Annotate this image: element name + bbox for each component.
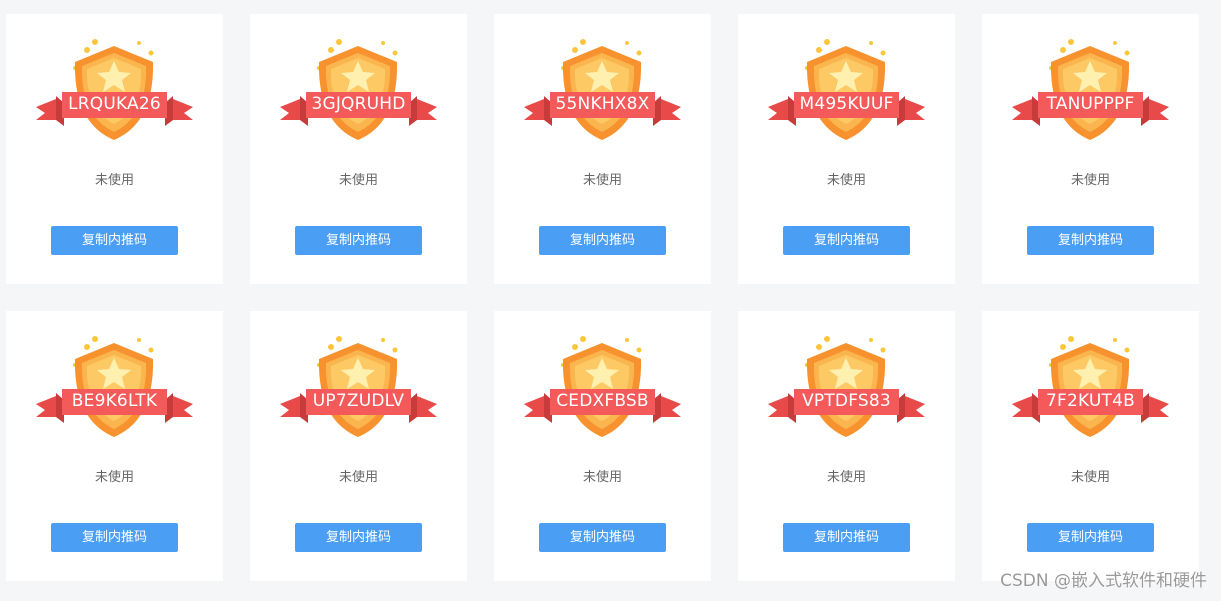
referral-card: BE9K6LTK 未使用 复制内推码 xyxy=(6,311,223,581)
referral-code: 3GJQRUHD xyxy=(311,94,406,114)
referral-code: 55NKHX8X xyxy=(555,94,650,114)
shield-star-badge-icon xyxy=(280,336,437,437)
badge: BE9K6LTK xyxy=(34,331,195,443)
referral-code: UP7ZUDLV xyxy=(312,391,405,411)
badge: UP7ZUDLV xyxy=(278,331,439,443)
status-text: 未使用 xyxy=(826,173,866,188)
badge: M495KUUF xyxy=(766,34,927,146)
referral-card: 7F2KUT4B 未使用 复制内推码 xyxy=(982,311,1199,581)
copy-referral-code-button[interactable]: 复制内推码 xyxy=(1027,523,1154,552)
copy-referral-code-button[interactable]: 复制内推码 xyxy=(539,226,666,255)
copy-referral-code-button[interactable]: 复制内推码 xyxy=(539,523,666,552)
referral-card: LRQUKA26 未使用 复制内推码 xyxy=(6,14,223,284)
referral-code: 7F2KUT4B xyxy=(1045,391,1135,411)
status-text: 未使用 xyxy=(582,173,622,188)
badge: VPTDFS83 xyxy=(766,331,927,443)
status-text: 未使用 xyxy=(338,470,378,485)
shield-star-badge-icon xyxy=(524,39,681,140)
badge: LRQUKA26 xyxy=(34,34,195,146)
badge: 3GJQRUHD xyxy=(278,34,439,146)
referral-card: CEDXFBSB 未使用 复制内推码 xyxy=(494,311,711,581)
shield-star-badge-icon xyxy=(280,39,437,140)
referral-card: 55NKHX8X 未使用 复制内推码 xyxy=(494,14,711,284)
shield-star-badge-icon xyxy=(36,39,193,140)
shield-star-badge-icon xyxy=(36,336,193,437)
referral-code: TANUPPPF xyxy=(1046,94,1135,114)
copy-referral-code-button[interactable]: 复制内推码 xyxy=(51,226,178,255)
status-text: 未使用 xyxy=(94,470,134,485)
referral-card: M495KUUF 未使用 复制内推码 xyxy=(738,14,955,284)
status-text: 未使用 xyxy=(1070,173,1110,188)
referral-code: M495KUUF xyxy=(799,94,894,114)
referral-code-grid: LRQUKA26 未使用 复制内推码 3GJQRUHD 未使用 复制内推码 55… xyxy=(6,14,1199,581)
watermark: CSDN @嵌入式软件和硬件 xyxy=(1000,571,1207,591)
copy-referral-code-button[interactable]: 复制内推码 xyxy=(295,523,422,552)
status-text: 未使用 xyxy=(582,470,622,485)
copy-referral-code-button[interactable]: 复制内推码 xyxy=(295,226,422,255)
copy-referral-code-button[interactable]: 复制内推码 xyxy=(783,523,910,552)
badge: 55NKHX8X xyxy=(522,34,683,146)
badge: TANUPPPF xyxy=(1010,34,1171,146)
copy-referral-code-button[interactable]: 复制内推码 xyxy=(783,226,910,255)
copy-referral-code-button[interactable]: 复制内推码 xyxy=(1027,226,1154,255)
shield-star-badge-icon xyxy=(1012,336,1169,437)
referral-card: 3GJQRUHD 未使用 复制内推码 xyxy=(250,14,467,284)
shield-star-badge-icon xyxy=(768,336,925,437)
status-text: 未使用 xyxy=(94,173,134,188)
copy-referral-code-button[interactable]: 复制内推码 xyxy=(51,523,178,552)
shield-star-badge-icon xyxy=(768,39,925,140)
referral-card: VPTDFS83 未使用 复制内推码 xyxy=(738,311,955,581)
referral-code: LRQUKA26 xyxy=(68,94,161,114)
referral-card: TANUPPPF 未使用 复制内推码 xyxy=(982,14,1199,284)
status-text: 未使用 xyxy=(338,173,378,188)
referral-code: CEDXFBSB xyxy=(556,391,649,411)
referral-code: VPTDFS83 xyxy=(802,391,891,411)
badge: 7F2KUT4B xyxy=(1010,331,1171,443)
referral-card: UP7ZUDLV 未使用 复制内推码 xyxy=(250,311,467,581)
status-text: 未使用 xyxy=(1070,470,1110,485)
shield-star-badge-icon xyxy=(1012,39,1169,140)
shield-star-badge-icon xyxy=(524,336,681,437)
referral-code: BE9K6LTK xyxy=(71,391,158,411)
status-text: 未使用 xyxy=(826,470,866,485)
badge: CEDXFBSB xyxy=(522,331,683,443)
